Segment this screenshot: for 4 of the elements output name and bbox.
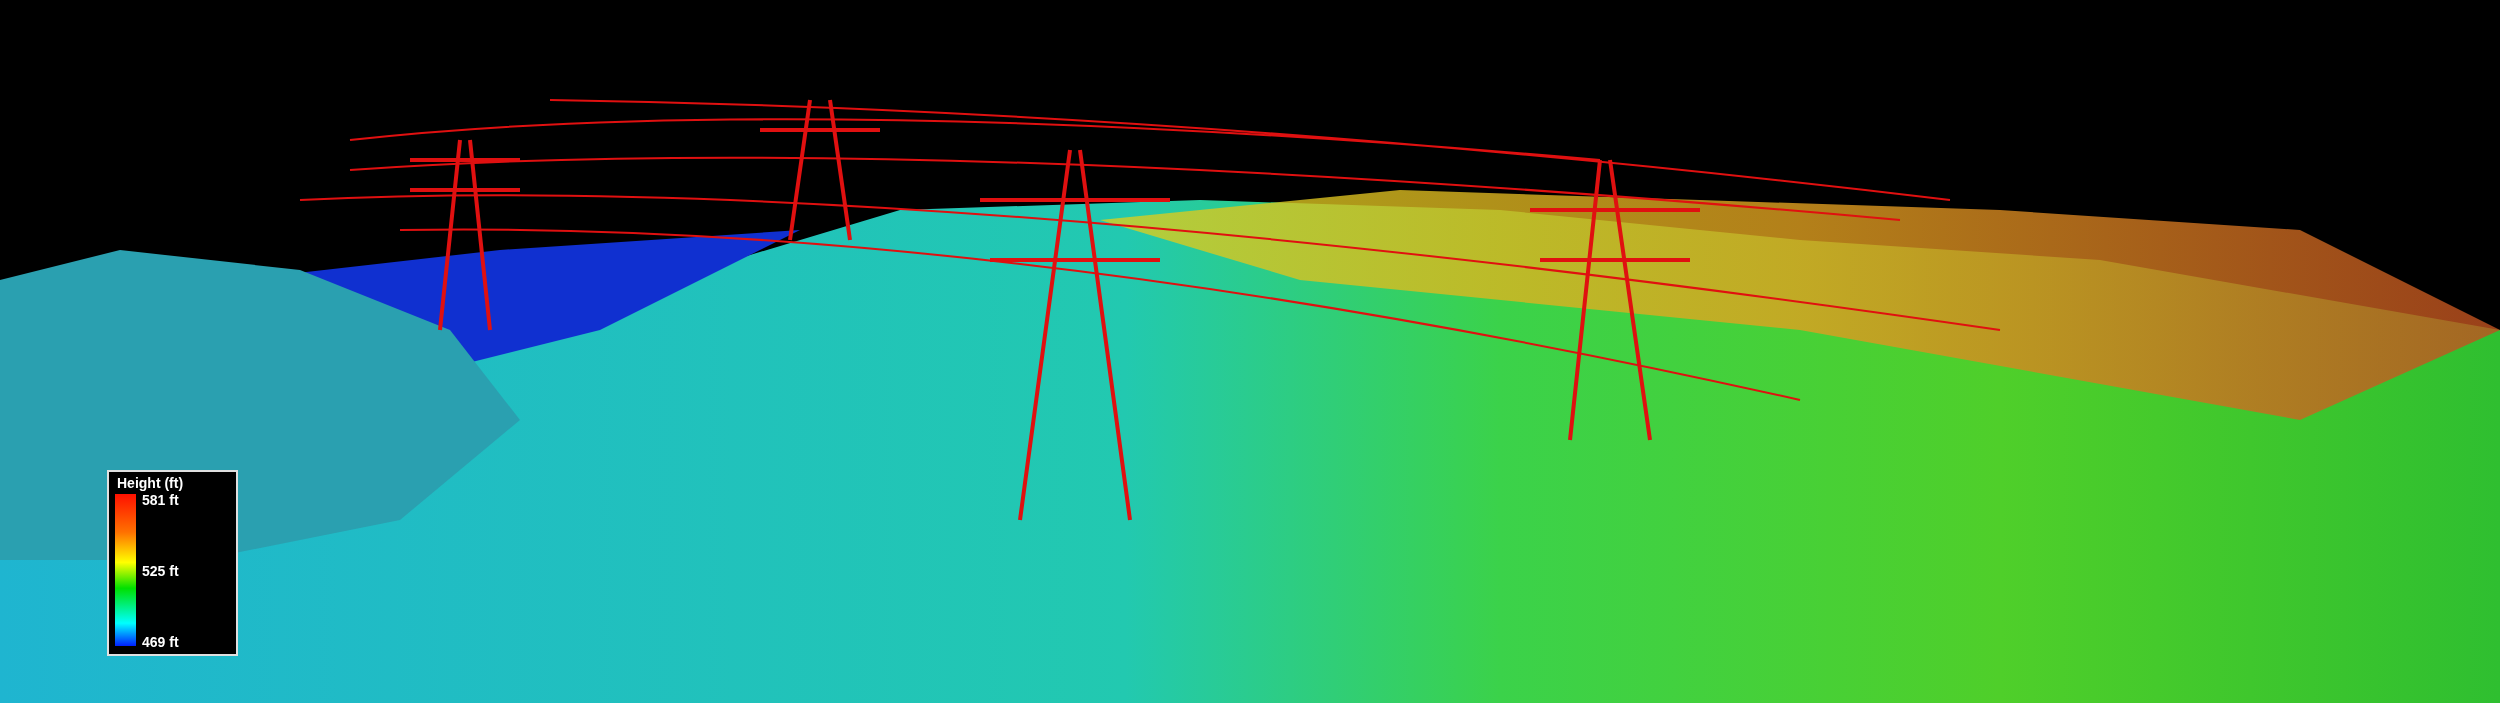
scale-tick-label: 469 ft [142, 634, 179, 650]
legend-title: Height (ft) [116, 474, 185, 492]
scale-tick-label: 581 ft [142, 492, 179, 508]
scale-tick-label: 525 ft [142, 563, 179, 579]
